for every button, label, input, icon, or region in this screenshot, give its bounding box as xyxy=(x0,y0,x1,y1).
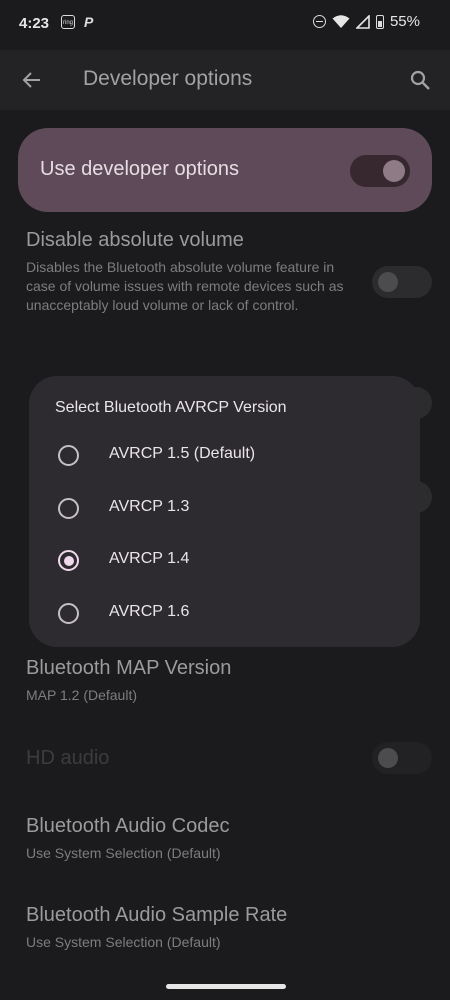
radio-option-avrcp-1-5[interactable]: AVRCP 1.5 (Default) xyxy=(29,429,420,481)
pref-bluetooth-audio-codec[interactable]: Bluetooth Audio Codec Use System Selecti… xyxy=(26,815,346,863)
option-label: AVRCP 1.6 xyxy=(109,603,190,620)
app-bar: Developer options xyxy=(0,50,450,110)
pref-disable-absolute-volume[interactable]: Disable absolute volume Disables the Blu… xyxy=(26,229,346,315)
radio-button[interactable] xyxy=(58,498,79,519)
pref-bluetooth-map-version[interactable]: Bluetooth MAP Version MAP 1.2 (Default) xyxy=(26,657,346,705)
disable-absolute-volume-toggle[interactable] xyxy=(372,266,432,298)
gesture-home-bar[interactable] xyxy=(166,984,286,989)
pref-title: HD audio xyxy=(26,747,110,769)
status-bar: 4:23 ring P 55% xyxy=(0,0,450,50)
status-icons: 55% xyxy=(312,13,420,30)
radio-button-selected[interactable] xyxy=(58,550,79,571)
hd-audio-toggle xyxy=(372,742,432,774)
option-label: AVRCP 1.3 xyxy=(109,498,190,515)
option-label: AVRCP 1.4 xyxy=(109,550,190,567)
pref-summary: Use System Selection (Default) xyxy=(26,934,221,950)
avrcp-version-dialog: Select Bluetooth AVRCP Version AVRCP 1.5… xyxy=(29,376,420,647)
pref-summary: Disables the Bluetooth absolute volume f… xyxy=(26,259,344,313)
wifi-icon xyxy=(332,14,350,28)
radio-button[interactable] xyxy=(58,603,79,624)
option-label: AVRCP 1.5 (Default) xyxy=(109,445,256,462)
pref-bluetooth-audio-sample-rate[interactable]: Bluetooth Audio Sample Rate Use System S… xyxy=(26,904,346,952)
master-toggle[interactable] xyxy=(350,155,410,187)
radio-button[interactable] xyxy=(58,445,79,466)
search-icon[interactable] xyxy=(408,68,432,92)
do-not-disturb-icon xyxy=(312,15,326,28)
pref-summary: MAP 1.2 (Default) xyxy=(26,687,138,703)
pref-title: Bluetooth MAP Version xyxy=(26,657,232,679)
battery-icon xyxy=(375,14,384,29)
radio-option-avrcp-1-6[interactable]: AVRCP 1.6 xyxy=(29,587,420,639)
pref-hd-audio: HD audio xyxy=(26,747,109,770)
signal-icon xyxy=(355,14,370,29)
master-switch-label: Use developer options xyxy=(40,158,240,180)
status-time: 4:23 xyxy=(19,15,50,32)
page-title: Developer options xyxy=(83,67,253,90)
developer-options-master-switch[interactable]: Use developer options xyxy=(18,128,432,212)
dialog-title: Select Bluetooth AVRCP Version xyxy=(55,399,287,416)
battery-percent: 55% xyxy=(389,13,420,30)
back-arrow-icon[interactable] xyxy=(20,68,44,92)
screen: 4:23 ring P 55% Developer options Use de… xyxy=(0,0,450,1000)
radio-option-avrcp-1-3[interactable]: AVRCP 1.3 xyxy=(29,482,420,534)
pref-title: Bluetooth Audio Codec xyxy=(26,815,230,837)
pref-summary: Use System Selection (Default) xyxy=(26,845,221,861)
ring-app-icon: ring xyxy=(61,15,75,29)
pref-title: Disable absolute volume xyxy=(26,229,244,251)
pref-title: Bluetooth Audio Sample Rate xyxy=(26,904,288,926)
radio-option-avrcp-1-4[interactable]: AVRCP 1.4 xyxy=(29,534,420,586)
paypal-icon: P xyxy=(84,14,94,30)
